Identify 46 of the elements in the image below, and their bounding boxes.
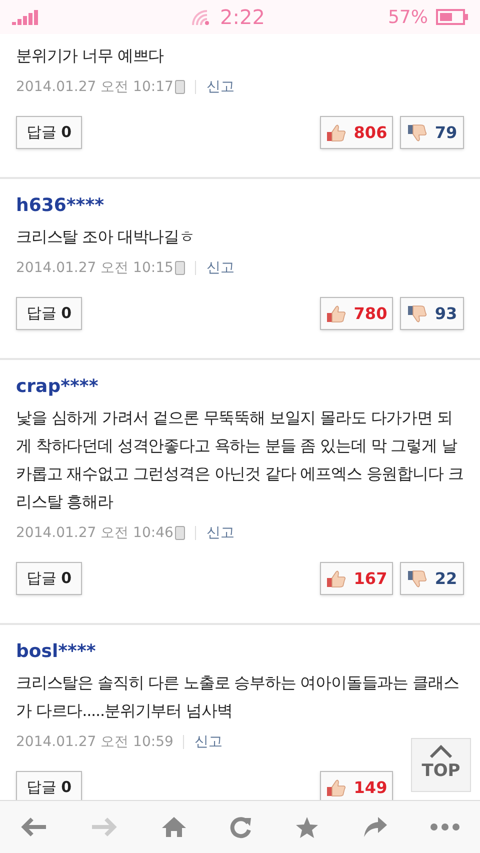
dislike-button[interactable]: 79 xyxy=(400,116,464,149)
signal-icon xyxy=(12,9,40,25)
dislike-button[interactable]: 93 xyxy=(400,297,464,330)
comment-date: 2014.01.27 오전 10:15 xyxy=(16,258,174,278)
wifi-icon xyxy=(190,8,212,26)
username[interactable]: h636**** xyxy=(16,193,464,219)
like-button[interactable]: 149 xyxy=(320,771,393,800)
reply-button[interactable]: 답글 0 xyxy=(16,771,82,800)
comment-date: 2014.01.27 오전 10:17 xyxy=(16,78,174,96)
thumbs-down-icon xyxy=(406,570,427,588)
scroll-top-button[interactable]: TOP xyxy=(411,738,471,792)
report-link[interactable]: 신고 xyxy=(206,522,234,544)
like-button[interactable]: 806 xyxy=(320,116,393,149)
clock-time: 2:22 xyxy=(220,4,265,31)
username[interactable]: bosl**** xyxy=(16,639,464,665)
thumbs-down-icon xyxy=(406,304,427,322)
thumbs-up-icon xyxy=(326,778,346,796)
reply-button[interactable]: 답글 0 xyxy=(16,562,82,595)
share-icon[interactable] xyxy=(362,816,388,838)
report-link[interactable]: 신고 xyxy=(206,76,234,98)
like-button[interactable]: 167 xyxy=(320,562,393,595)
chevron-up-icon xyxy=(429,745,453,760)
comment-text: 크리스탈 조아 대박나길ㅎ xyxy=(16,226,196,248)
dislike-button[interactable]: 22 xyxy=(400,562,464,595)
thumbs-up-icon xyxy=(326,124,346,142)
back-icon[interactable] xyxy=(20,816,48,838)
comment-text: 분위기가 너무 예쁘다 xyxy=(16,45,165,67)
reply-button[interactable]: 답글 0 xyxy=(16,297,82,330)
battery-icon xyxy=(436,9,468,25)
thumbs-up-icon xyxy=(326,304,346,322)
more-icon[interactable] xyxy=(430,823,460,831)
report-link[interactable]: 신고 xyxy=(206,258,234,278)
star-icon[interactable] xyxy=(295,816,320,838)
battery-percent: 57% xyxy=(388,6,428,30)
like-button[interactable]: 780 xyxy=(320,297,393,330)
home-icon[interactable] xyxy=(160,816,187,838)
thumbs-up-icon xyxy=(326,570,346,588)
report-link[interactable]: 신고 xyxy=(194,732,222,752)
reply-button[interactable]: 답글 0 xyxy=(16,116,82,149)
comment-text: 크리스탈은 솔직히 다른 노출로 승부하는 여아이돌들과는 클래스가 다르다.....분위기부터 넘사벽 xyxy=(16,672,460,722)
username[interactable]: crap**** xyxy=(16,374,464,400)
refresh-icon[interactable] xyxy=(228,815,253,839)
comment-date: 2014.01.27 오전 10:59 xyxy=(16,732,174,752)
comment-date: 2014.01.27 오전 10:46 xyxy=(16,524,174,542)
thumbs-down-icon xyxy=(406,124,427,142)
comment-text: 낯을 심하게 가려서 겉으론 무뚝뚝해 보일지 몰라도 다가가면 되게 착하다던데 성격안좋다고 욕하는 분들 좀 있는데 막 그렇게 날카롭고 재수없고 그런성격은 아닌것 같다 에프엑스 응원합니다 크리스탈 흥해라 xyxy=(16,407,464,513)
